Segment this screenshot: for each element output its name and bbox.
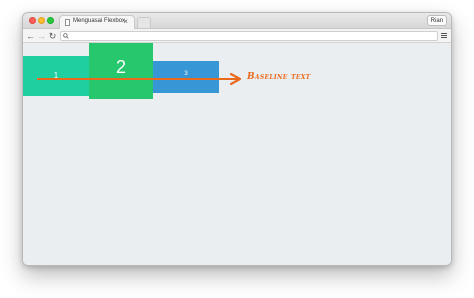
new-tab-button[interactable] xyxy=(137,17,151,28)
baseline-line xyxy=(37,78,239,80)
tab-strip: Menguasai Flexbox × Rian xyxy=(23,13,451,29)
window-maximize-button[interactable] xyxy=(47,17,54,24)
flex-item-3-label: 3 xyxy=(184,71,188,77)
browser-window: Menguasai Flexbox × Rian ← → ↻ 1 2 3 Bas… xyxy=(22,12,452,266)
baseline-annotation: Baseline text xyxy=(247,72,311,82)
forward-button[interactable]: → xyxy=(37,30,46,42)
reload-button[interactable]: ↻ xyxy=(48,30,57,42)
flex-item-2: 2 xyxy=(89,43,153,99)
tab-title: Menguasai Flexbox xyxy=(73,18,126,24)
browser-toolbar: ← → ↻ xyxy=(23,29,451,43)
window-minimize-button[interactable] xyxy=(38,17,45,24)
page-icon xyxy=(65,19,70,26)
tab-close-icon[interactable]: × xyxy=(123,17,128,27)
hamburger-menu-icon[interactable] xyxy=(440,31,448,41)
profile-button[interactable]: Rian xyxy=(426,15,447,26)
flex-item-1: 1 xyxy=(23,56,89,96)
flex-item-2-label: 2 xyxy=(115,57,126,77)
flex-item-3: 3 xyxy=(153,61,219,93)
page-viewport: 1 2 3 Baseline text xyxy=(23,43,451,265)
arrow-right-icon xyxy=(229,72,242,86)
browser-tab[interactable]: Menguasai Flexbox × xyxy=(59,15,135,29)
back-button[interactable]: ← xyxy=(26,30,35,42)
window-close-button[interactable] xyxy=(29,17,36,24)
address-bar-input[interactable] xyxy=(60,31,438,41)
